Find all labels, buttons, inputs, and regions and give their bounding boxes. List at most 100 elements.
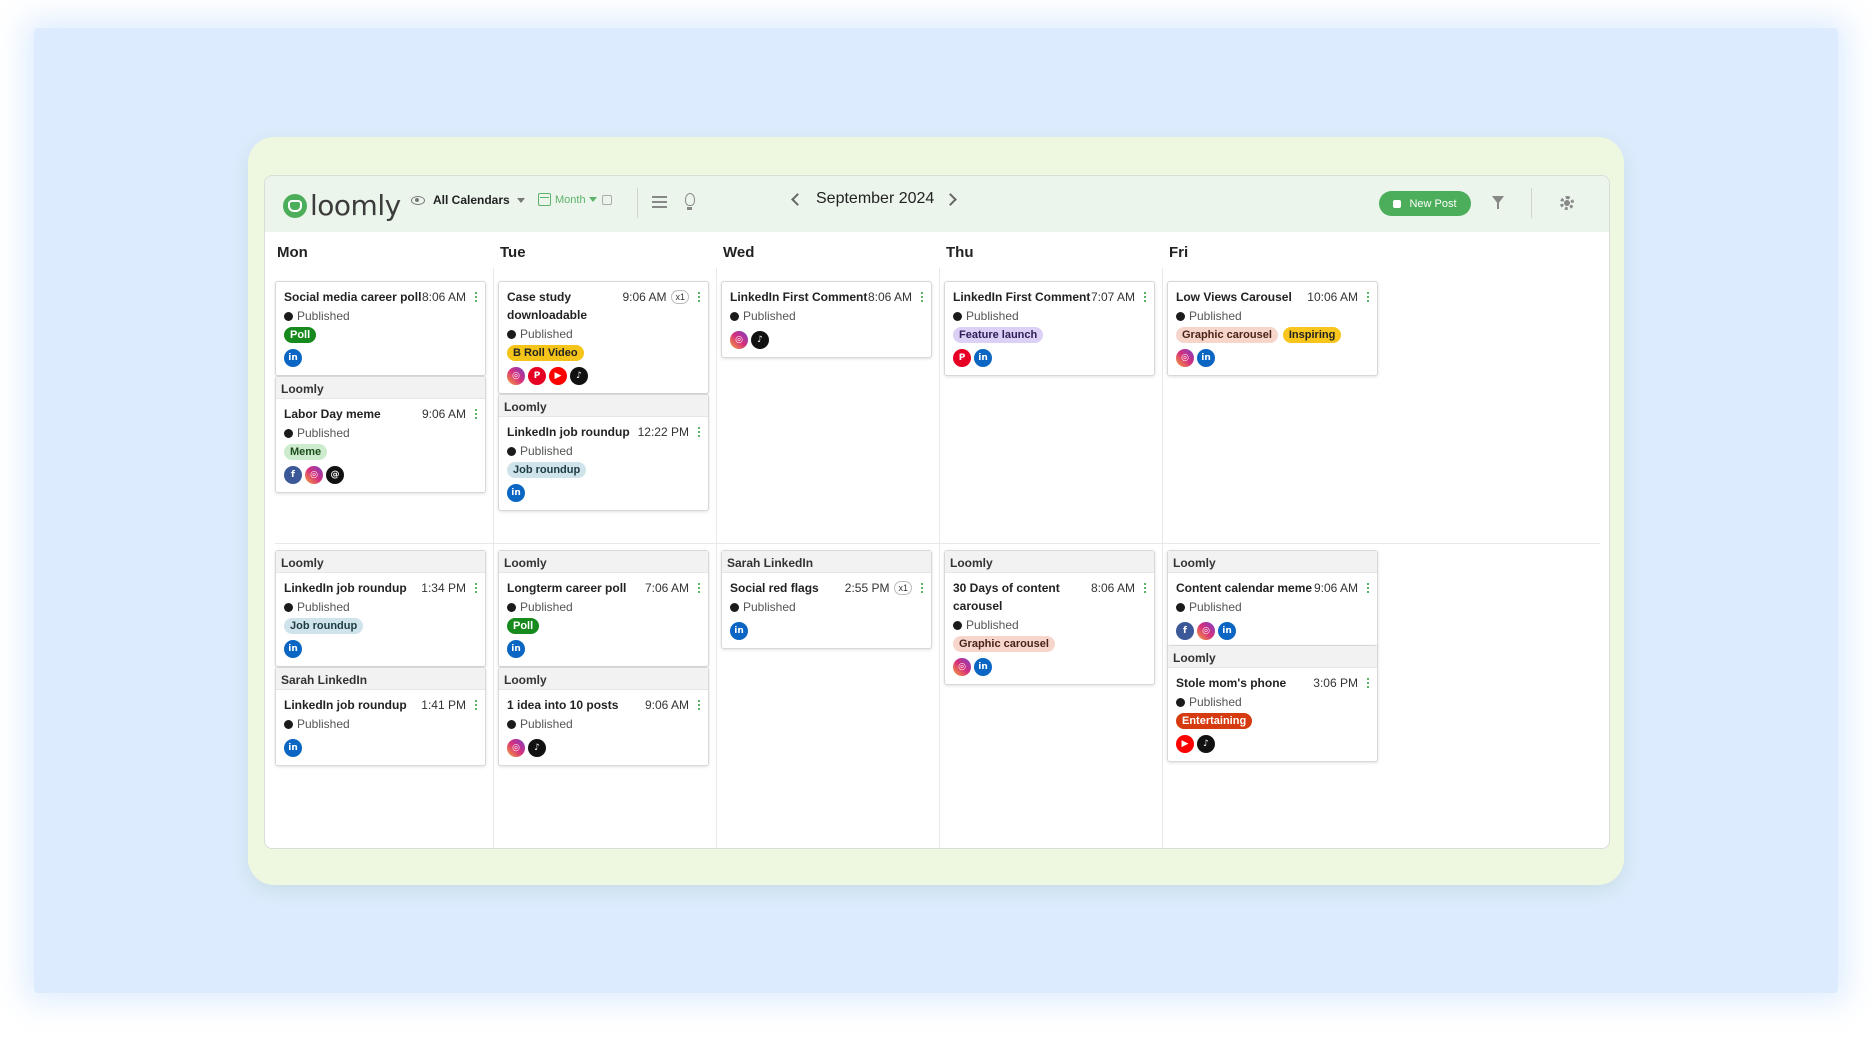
post-tag[interactable]: B Roll Video [507, 345, 584, 361]
more-options-icon[interactable] [698, 699, 700, 710]
post-card[interactable]: Loomly 30 Days of content carousel 8:06 AM… [944, 550, 1155, 685]
more-options-icon[interactable] [698, 426, 700, 437]
post-title[interactable]: 1 idea into 10 posts [507, 696, 618, 714]
column-divider [939, 268, 940, 848]
network-icons: in [507, 640, 700, 658]
title-row: Longterm career poll 7:06 AM [507, 579, 700, 597]
view-mode-dropdown[interactable]: Month [538, 193, 612, 206]
title-row: 30 Days of content carousel 8:06 AM [953, 579, 1146, 615]
post-body: Labor Day meme 9:06 AM Published Meme f ◎ @ [276, 399, 485, 492]
post-card[interactable]: Loomly Longterm career poll 7:06 AM Publish… [498, 550, 709, 667]
previous-month-icon[interactable] [791, 192, 804, 206]
post-card[interactable]: Low Views Carousel 10:06 AM Published Graph… [1167, 281, 1378, 376]
post-card[interactable]: LinkedIn First Comment 8:06 AM Published ◎ ♪ [721, 281, 932, 358]
more-options-icon[interactable] [1144, 582, 1146, 593]
post-card[interactable]: Loomly 1 idea into 10 posts 9:06 AM Publish… [498, 667, 709, 766]
post-title[interactable]: Social media career poll [284, 288, 421, 306]
post-card[interactable]: Sarah LinkedIn LinkedIn job roundup 1:41 P… [275, 667, 486, 766]
more-options-icon[interactable] [921, 291, 923, 302]
post-title[interactable]: Low Views Carousel [1176, 288, 1292, 306]
post-body: Social media career poll 8:06 AM Published… [276, 282, 485, 375]
network-icons: ◎ in [1176, 349, 1369, 367]
more-options-icon[interactable] [475, 699, 477, 710]
post-tag[interactable]: Job roundup [284, 618, 364, 634]
more-options-icon[interactable] [698, 582, 700, 593]
calendar-name: Sarah LinkedIn [276, 668, 485, 690]
post-tag[interactable]: Poll [284, 327, 317, 343]
more-options-icon[interactable] [475, 582, 477, 593]
post-title[interactable]: LinkedIn job roundup [284, 696, 407, 714]
post-body: Low Views Carousel 10:06 AM Published Graph… [1168, 282, 1377, 375]
post-time: 9:06 AM [644, 698, 689, 712]
post-card[interactable]: Case study downloadable 9:06 AM x1 Publishe… [498, 281, 709, 394]
more-options-icon[interactable] [698, 291, 700, 302]
post-tag[interactable]: Feature launch [953, 327, 1044, 343]
gear-icon[interactable] [1560, 196, 1574, 210]
network-icons: ▶ ♪ [1176, 735, 1369, 753]
more-options-icon[interactable] [1367, 582, 1369, 593]
next-month-icon[interactable] [944, 192, 958, 206]
title-row: LinkedIn First Comment 7:07 AM [953, 288, 1146, 306]
post-title[interactable]: 30 Days of content carousel [953, 579, 1091, 615]
post-card[interactable]: Loomly LinkedIn job roundup 12:22 PM Publis… [498, 394, 709, 511]
more-options-icon[interactable] [921, 582, 923, 593]
post-time-wrap: 7:06 AM [645, 579, 700, 597]
all-calendars-dropdown[interactable]: All Calendars [411, 193, 525, 207]
post-body: 1 idea into 10 posts 9:06 AM Published ◎ ♪ [499, 690, 708, 765]
loomly-logo[interactable]: loomly [283, 189, 401, 222]
post-title[interactable]: Labor Day meme [284, 405, 381, 423]
network-icons: f ◎ @ [284, 466, 477, 484]
post-tag[interactable]: Job roundup [507, 462, 587, 478]
filter-icon[interactable] [1492, 196, 1504, 209]
more-options-icon[interactable] [1367, 291, 1369, 302]
post-card[interactable]: Loomly Stole mom's phone 3:06 PM Published E… [1167, 645, 1378, 762]
toolbar-divider [1531, 188, 1532, 218]
tag-list: Job roundup [284, 618, 477, 634]
post-title[interactable]: Content calendar meme [1176, 579, 1312, 597]
status-row: Published [1176, 693, 1369, 711]
chevron-down-icon [588, 197, 597, 202]
post-card[interactable]: Loomly Content calendar meme 9:06 AM Publis… [1167, 550, 1378, 649]
linkedin-icon: in [1218, 622, 1236, 640]
instagram-icon: ◎ [507, 367, 525, 385]
post-tag[interactable]: Meme [284, 444, 328, 460]
more-options-icon[interactable] [475, 408, 477, 419]
copy-icon[interactable] [601, 194, 612, 205]
post-title[interactable]: LinkedIn First Comment [730, 288, 867, 306]
post-title[interactable]: Stole mom's phone [1176, 674, 1286, 692]
post-card[interactable]: Social media career poll 8:06 AM Published… [275, 281, 486, 376]
more-options-icon[interactable] [1144, 291, 1146, 302]
post-tag[interactable]: Inspiring [1282, 327, 1342, 343]
ideas-bulb-icon[interactable] [685, 193, 695, 210]
status-label: Published [966, 309, 1019, 323]
network-icons: in [284, 349, 477, 367]
more-options-icon[interactable] [1367, 677, 1369, 688]
status-label: Published [966, 618, 1019, 632]
tag-list: Graphic carousel Inspiring [1176, 327, 1369, 343]
title-row: Social media career poll 8:06 AM [284, 288, 477, 306]
post-time-wrap: 8:06 AM [422, 288, 477, 306]
post-title[interactable]: LinkedIn job roundup [507, 423, 630, 441]
post-tag[interactable]: Graphic carousel [1176, 327, 1278, 343]
post-tag[interactable]: Entertaining [1176, 713, 1253, 729]
status-row: Published [507, 598, 700, 616]
post-tag[interactable]: Graphic carousel [953, 636, 1055, 652]
title-row: Labor Day meme 9:06 AM [284, 405, 477, 423]
post-tag[interactable]: Poll [507, 618, 540, 634]
post-card[interactable]: LinkedIn First Comment 7:07 AM Published Fe… [944, 281, 1155, 376]
post-title[interactable]: Longterm career poll [507, 579, 626, 597]
network-icons: f ◎ in [1176, 622, 1369, 640]
post-title[interactable]: LinkedIn First Comment [953, 288, 1090, 306]
post-time-wrap: 10:06 AM [1307, 288, 1369, 306]
post-card[interactable]: Loomly LinkedIn job roundup 1:34 PM Publish… [275, 550, 486, 667]
more-options-icon[interactable] [475, 291, 477, 302]
title-row: Stole mom's phone 3:06 PM [1176, 674, 1369, 692]
status-label: Published [297, 600, 350, 614]
post-card[interactable]: Sarah LinkedIn Social red flags 2:55 PM x1 P… [721, 550, 932, 649]
post-title[interactable]: Case study downloadable [507, 288, 622, 324]
new-post-button[interactable]: New Post [1379, 191, 1471, 216]
list-view-icon[interactable] [652, 196, 667, 208]
post-title[interactable]: Social red flags [730, 579, 819, 597]
post-title[interactable]: LinkedIn job roundup [284, 579, 407, 597]
post-card[interactable]: Loomly Labor Day meme 9:06 AM Published Meme… [275, 376, 486, 493]
